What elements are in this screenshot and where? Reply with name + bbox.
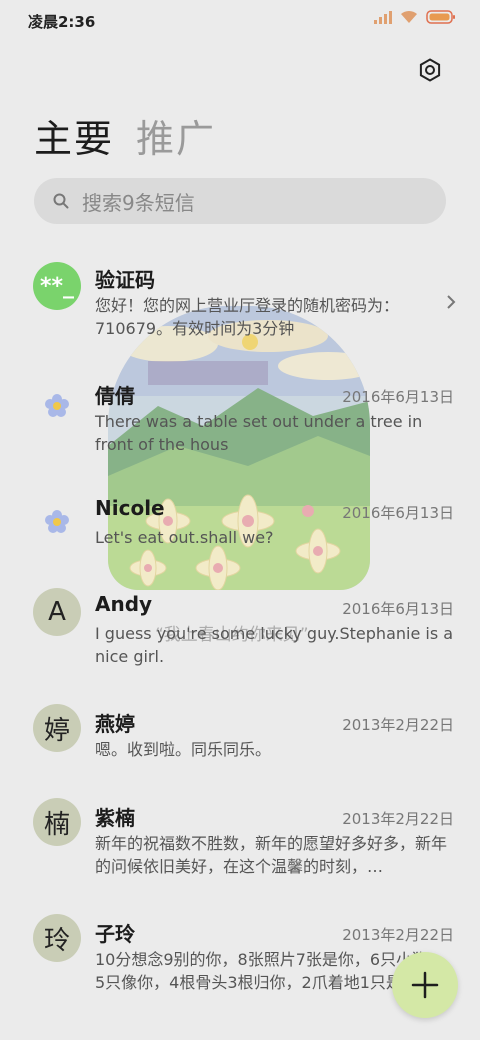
message-date: 2016年6月13日	[342, 388, 454, 406]
message-preview: Let's eat out.shall we?	[95, 528, 274, 547]
message-preview: 10分想念9别的你，8张照片7张是你，6只小狗5只像你，4根骨头3根归你，2爪着…	[95, 950, 429, 992]
avatar: 玲	[33, 914, 81, 962]
message-preview: There was a table set out under a tree i…	[95, 412, 423, 454]
wifi-icon	[400, 10, 418, 24]
avatar	[33, 498, 81, 546]
settings-icon	[419, 58, 441, 82]
signal-icon	[374, 10, 392, 24]
new-message-button[interactable]	[392, 952, 458, 1018]
message-date: 2013年2月22日	[342, 716, 454, 734]
status-bar: 凌晨2:36	[0, 0, 480, 40]
avatar: **_	[33, 262, 81, 310]
flower-icon	[45, 510, 69, 533]
avatar	[33, 382, 81, 430]
message-date: 2013年2月22日	[342, 810, 454, 828]
contact-name: 燕婷	[95, 712, 135, 736]
message-date: 2016年6月13日	[342, 504, 454, 522]
message-preview: 嗯。收到啦。同乐同乐。	[95, 740, 272, 759]
contact-name: 子玲	[95, 922, 135, 946]
settings-button[interactable]	[414, 54, 446, 86]
flower-icon	[45, 394, 69, 417]
conversation-item[interactable]: **_ 验证码 您好！您的网上营业厅登录的随机密码为：710679。有效时间为3…	[0, 252, 480, 362]
plus-icon	[411, 971, 439, 999]
tab-bar: 主要 推广	[34, 108, 216, 163]
contact-name: 验证码	[95, 268, 155, 292]
tab-main[interactable]: 主要	[34, 108, 114, 163]
conversation-item[interactable]: 倩倩 2016年6月13日 There was a table set out …	[0, 368, 480, 478]
conversation-item[interactable]: 楠 紫楠 2013年2月22日 新年的祝福数不胜数，新年的愿望好多好多，新年的问…	[0, 790, 480, 900]
search-icon	[53, 193, 69, 209]
search-placeholder: 搜索9条短信	[82, 190, 195, 215]
contact-name: 紫楠	[95, 806, 135, 830]
message-preview: 新年的祝福数不胜数，新年的愿望好多好多，新年的问候依旧美好，在这个温馨的时刻，…	[95, 834, 448, 876]
message-date: 2013年2月22日	[342, 926, 454, 944]
search-bar[interactable]: 搜索9条短信	[34, 178, 446, 224]
status-icons	[374, 10, 456, 24]
tab-promotions[interactable]: 推广	[136, 108, 216, 163]
avatar: 楠	[33, 798, 81, 846]
conversation-item[interactable]: A Andy 2016年6月13日 I guess you're some lu…	[0, 580, 480, 690]
contact-name: Nicole	[95, 496, 165, 520]
contact-name: 倩倩	[95, 384, 135, 408]
message-preview: 您好！您的网上营业厅登录的随机密码为：710679。有效时间为3分钟	[95, 296, 400, 338]
conversation-item[interactable]: Nicole 2016年6月13日 Let's eat out.shall we…	[0, 484, 480, 574]
message-preview: I guess you're some lucky guy.Stephanie …	[95, 624, 454, 666]
contact-name: Andy	[95, 592, 153, 616]
avatar: 婷	[33, 704, 81, 752]
status-time: 凌晨2:36	[28, 13, 96, 31]
avatar: A	[33, 588, 81, 636]
battery-icon	[426, 10, 456, 24]
chevron-right-icon	[447, 295, 456, 309]
message-date: 2016年6月13日	[342, 600, 454, 618]
conversation-item[interactable]: 婷 燕婷 2013年2月22日 嗯。收到啦。同乐同乐。	[0, 696, 480, 786]
